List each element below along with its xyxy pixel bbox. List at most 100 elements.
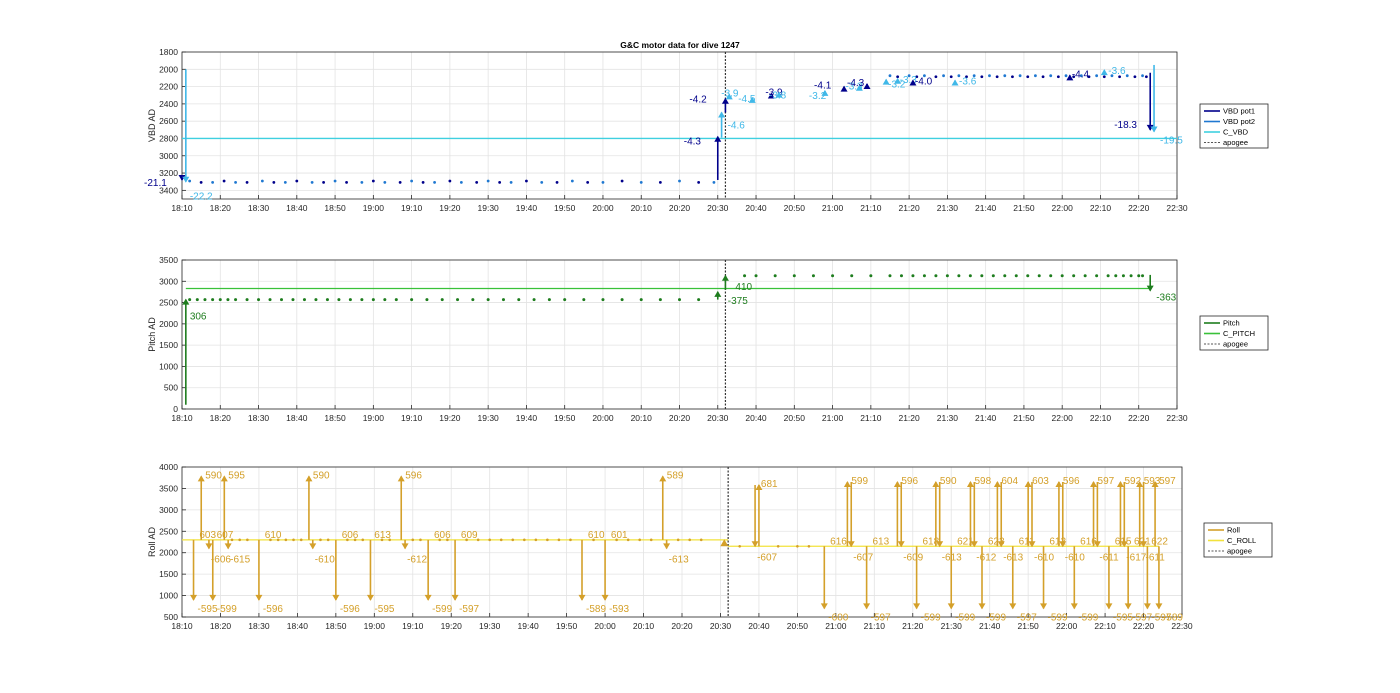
- x-tick-label: 19:50: [554, 203, 576, 213]
- y-tick-label: 3000: [159, 505, 178, 515]
- roll-event-head: [1143, 603, 1151, 610]
- vbd-event-label: -3.6: [1108, 66, 1126, 77]
- pitch-point: [888, 274, 892, 278]
- roll-event-head: [397, 475, 405, 482]
- roll-point: [361, 538, 365, 542]
- vbd-point: [498, 180, 502, 184]
- pitch-point: [440, 298, 444, 302]
- x-tick-label: 20:50: [787, 621, 809, 631]
- pitch-point: [957, 274, 961, 278]
- roll-event-label: 590: [940, 476, 957, 487]
- legend-label: C_ROLL: [1227, 536, 1256, 545]
- x-tick-label: 19:00: [364, 621, 386, 631]
- pitch-point: [517, 298, 521, 302]
- x-tick-label: 18:20: [210, 203, 232, 213]
- legend-label: apogee: [1223, 340, 1248, 349]
- x-tick-label: 18:50: [324, 413, 346, 423]
- roll-event-label: 609: [461, 530, 478, 541]
- vbd-point: [322, 180, 325, 184]
- roll-event-head: [947, 603, 955, 610]
- roll-event-label: -617: [1126, 552, 1146, 563]
- roll-event-head: [978, 603, 986, 610]
- x-tick-label: 19:10: [402, 621, 424, 631]
- roll-event-head: [843, 481, 851, 487]
- roll-event-label: 596: [901, 476, 918, 487]
- roll-event-head: [332, 594, 340, 601]
- x-tick-label: 20:50: [784, 203, 806, 213]
- roll-event-head: [578, 594, 586, 601]
- roll-event-label: -599: [955, 612, 975, 623]
- pitch-point: [245, 298, 249, 302]
- y-tick-label: 2500: [159, 298, 178, 308]
- pitch-point: [991, 274, 995, 278]
- roll-event-label: -599: [986, 612, 1006, 623]
- roll-event-label: -595: [1113, 612, 1133, 623]
- roll-point: [499, 538, 503, 542]
- roll-event-head: [601, 594, 609, 601]
- vbd-event-label: -4.3: [684, 137, 702, 148]
- vbd-event-label: -3.9: [721, 88, 739, 99]
- pitch-point: [1141, 274, 1145, 278]
- vbd-point: [570, 179, 574, 183]
- roll-point: [534, 538, 538, 542]
- x-tick-label: 19:50: [556, 621, 578, 631]
- x-tick-label: 20:30: [710, 621, 732, 631]
- roll-event-label: 606: [342, 530, 359, 541]
- vbd-point: [475, 180, 479, 184]
- vbd-point: [988, 74, 991, 78]
- x-tick-label: 18:20: [210, 413, 232, 423]
- x-tick-label: 19:00: [363, 203, 385, 213]
- x-tick-label: 22:20: [1128, 203, 1150, 213]
- roll-event-label: -596: [263, 604, 283, 615]
- vbd-event-label: -4.2: [689, 95, 707, 106]
- vbd-event-label: -4.1: [814, 81, 832, 92]
- x-tick-label: 18:40: [287, 621, 309, 631]
- x-tick-label: 22:20: [1128, 413, 1150, 423]
- pitch-point: [980, 274, 984, 278]
- pitch-point: [195, 298, 199, 302]
- pitch-event-label: -375: [728, 296, 748, 307]
- x-tick-label: 20:50: [784, 413, 806, 423]
- pitch-point: [678, 298, 681, 302]
- vbd-point: [1102, 75, 1106, 79]
- x-tick-label: 18:40: [286, 203, 308, 213]
- legend-label: C_VBD: [1223, 128, 1249, 137]
- y-tick-label: 1000: [159, 361, 178, 371]
- roll-point: [523, 538, 526, 542]
- pitch-point: [922, 274, 926, 278]
- roll-event-head: [820, 603, 828, 610]
- vbd-point: [1049, 74, 1053, 78]
- pitch-point: [234, 298, 238, 302]
- pitch-point: [211, 298, 215, 302]
- vbd-event-head: [1100, 69, 1108, 76]
- roll-event-label: -593: [609, 604, 629, 615]
- x-tick-label: 18:20: [210, 621, 232, 631]
- y-tick-label: 1500: [159, 340, 178, 350]
- pitch-point: [945, 274, 949, 278]
- y-tick-label: 500: [164, 612, 178, 622]
- roll-panel: 18:10 18:20 18:30 18:40 18:50 19:00 19:10 19:20…: [147, 462, 1273, 631]
- x-tick-label: 22:00: [1052, 203, 1074, 213]
- y-tick-label: 4000: [159, 462, 178, 472]
- roll-event-label: -615: [230, 554, 250, 565]
- roll-event-label: -612: [976, 552, 996, 563]
- x-tick-label: 19:30: [478, 203, 500, 213]
- pitch-point: [188, 298, 192, 302]
- roll-event-head: [663, 543, 671, 550]
- roll-point: [326, 538, 330, 542]
- vbd-point: [1125, 74, 1129, 78]
- vbd-event-label: -19.5: [1160, 136, 1183, 147]
- roll-event-label: -599: [432, 604, 452, 615]
- vbd-point: [888, 74, 892, 78]
- vbd-point: [712, 180, 716, 184]
- x-tick-label: 22:10: [1090, 203, 1112, 213]
- roll-event-head: [932, 481, 940, 487]
- vbd-event-label: -3.8: [769, 91, 787, 102]
- roll-event-head: [424, 594, 432, 601]
- roll-event-label: -597: [459, 604, 479, 615]
- legend-label: apogee: [1223, 138, 1248, 147]
- roll-event-head: [1090, 481, 1098, 487]
- pitch-point: [360, 298, 364, 302]
- pitch-point: [325, 298, 329, 302]
- pitch-point: [302, 298, 306, 302]
